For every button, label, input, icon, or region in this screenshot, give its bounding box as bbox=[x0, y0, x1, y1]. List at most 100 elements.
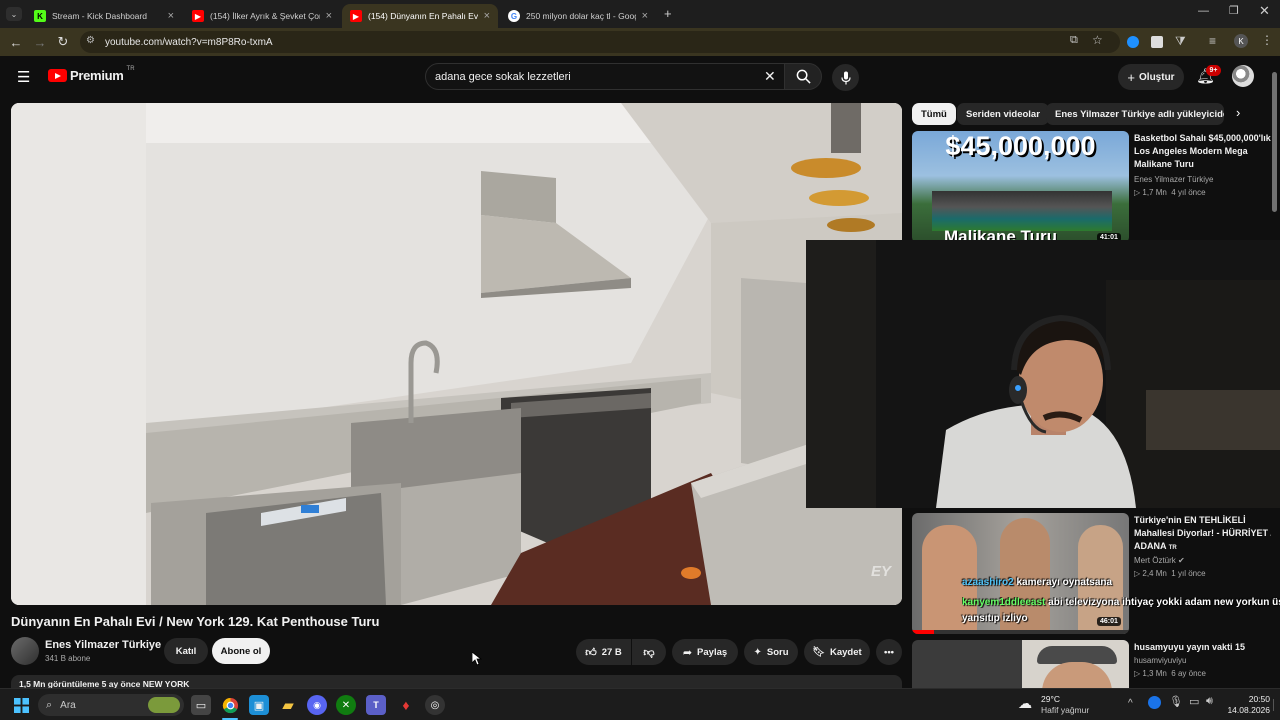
thumbnail-mansion bbox=[932, 191, 1112, 231]
site-info-icon[interactable]: ⚙ bbox=[86, 35, 100, 49]
like-button[interactable]: 👍︎ 27 B bbox=[576, 639, 631, 665]
clock-date[interactable]: 14.08.2026 bbox=[1218, 705, 1270, 715]
profile-avatar[interactable]: K bbox=[1234, 34, 1248, 48]
search-input[interactable]: adana gece sokak lezzetleri ✕ bbox=[425, 63, 785, 90]
subscribe-button[interactable]: Abone ol bbox=[212, 638, 270, 664]
xbox-icon[interactable]: ✕ bbox=[336, 695, 356, 715]
weather-description[interactable]: Hafif yağmur bbox=[1041, 705, 1089, 715]
extensions-puzzle-icon[interactable]: ⧩ bbox=[1175, 34, 1186, 49]
clear-search-icon[interactable]: ✕ bbox=[764, 68, 776, 85]
channel-name[interactable]: Enes Yilmazer Türkiye bbox=[45, 639, 161, 651]
recommendation-title[interactable]: Basketbol Sahalı $45,000,000'lık Los Ang… bbox=[1134, 132, 1274, 171]
view-count: 1,7 Mn bbox=[1142, 188, 1167, 197]
upload-age: 4 yıl önce bbox=[1171, 188, 1206, 197]
tab-youtube-active[interactable]: ▶ (154) Dünyanın En Pahalı Evi / N × bbox=[342, 4, 498, 28]
tab-title: Stream - Kick Dashboard bbox=[52, 11, 147, 21]
install-app-icon[interactable]: ⧉ bbox=[1070, 34, 1078, 47]
address-bar[interactable]: ⚙ youtube.com/watch?v=m8P8Ro-txmA ⧉ ☆ bbox=[80, 31, 1120, 53]
dislike-button[interactable]: 👎︎ bbox=[632, 639, 666, 665]
chat-message: yansıtıp izliyo bbox=[962, 613, 1028, 624]
save-button[interactable]: 🔖︎ Kaydet bbox=[804, 639, 870, 665]
restore-icon[interactable]: ❐ bbox=[1229, 4, 1239, 17]
weather-rain-icon[interactable]: ☁ bbox=[1018, 695, 1038, 715]
webcam-overlay bbox=[806, 240, 1280, 508]
tab-kick-dashboard[interactable]: K Stream - Kick Dashboard × bbox=[26, 4, 182, 28]
chevron-right-icon[interactable]: › bbox=[1236, 105, 1240, 120]
scrollbar-thumb[interactable] bbox=[1272, 72, 1277, 212]
tab-youtube-ilker[interactable]: ▶ (154) İlker Ayrık & Şevket Çoruh × bbox=[184, 4, 340, 28]
chip-all[interactable]: Tümü bbox=[912, 103, 956, 125]
search-button[interactable] bbox=[784, 63, 822, 90]
close-icon[interactable]: × bbox=[168, 10, 174, 22]
video-title: Dünyanın En Pahalı Evi / New York 129. K… bbox=[11, 614, 380, 629]
youtube-logo[interactable]: Premium TR bbox=[48, 66, 135, 83]
tab-google-search[interactable]: G 250 milyon dolar kaç tl - Google × bbox=[500, 4, 656, 28]
chip-label: Enes Yilmazer Türkiye adlı yükleyiciden bbox=[1055, 108, 1224, 120]
tab-search-button[interactable]: ⌄ bbox=[6, 7, 22, 21]
account-avatar[interactable] bbox=[1232, 65, 1254, 87]
bookmark-star-icon[interactable]: ☆ bbox=[1092, 33, 1103, 47]
minimize-icon[interactable]: — bbox=[1198, 5, 1209, 17]
show-desktop-button[interactable] bbox=[1273, 699, 1279, 711]
microphone-icon[interactable]: 🎙︎ bbox=[1169, 695, 1183, 708]
weather-temperature[interactable]: 29°C bbox=[1041, 694, 1060, 704]
more-menu-icon[interactable]: ⋮ bbox=[1261, 33, 1273, 47]
chrome-icon[interactable] bbox=[220, 695, 240, 715]
video-player[interactable]: EY bbox=[11, 103, 902, 605]
new-tab-button[interactable]: + bbox=[664, 6, 672, 21]
more-actions-button[interactable]: ••• bbox=[876, 639, 902, 665]
discord-icon[interactable]: ◉ bbox=[307, 695, 327, 715]
recommendation-thumbnail[interactable]: $45,000,000 Malikane Turu 41:01 bbox=[912, 131, 1129, 243]
like-count: 27 B bbox=[601, 646, 622, 658]
ask-button[interactable]: ✦ Soru bbox=[744, 639, 798, 665]
voice-search-button[interactable] bbox=[832, 64, 859, 91]
verified-check-icon: ✔ bbox=[1178, 556, 1185, 565]
chip-uploader[interactable]: Enes Yilmazer Türkiye adlı yükleyiciden bbox=[1046, 103, 1224, 125]
close-icon[interactable]: × bbox=[484, 10, 490, 22]
task-view-icon[interactable]: ▭ bbox=[191, 695, 211, 715]
window-close-icon[interactable]: ✕ bbox=[1259, 3, 1270, 19]
close-icon[interactable]: × bbox=[642, 10, 648, 22]
taskbar-search-box[interactable]: ⌕ Ara bbox=[38, 694, 184, 716]
subscribe-label: Abone ol bbox=[220, 645, 262, 657]
webcam-streamer-figure bbox=[806, 240, 1280, 508]
clock-time[interactable]: 20:50 bbox=[1230, 694, 1270, 704]
recommendation-thumbnail[interactable] bbox=[912, 640, 1129, 688]
tray-app-icon[interactable] bbox=[1148, 696, 1161, 709]
search-value: adana gece sokak lezzetleri bbox=[435, 70, 571, 83]
monitor-icon[interactable]: ▭ bbox=[1189, 695, 1199, 708]
share-icon: ➦ bbox=[682, 646, 693, 659]
file-explorer-icon[interactable]: ▰ bbox=[278, 695, 298, 715]
forward-icon[interactable]: → bbox=[32, 34, 48, 50]
pin-app-icon[interactable]: ♦ bbox=[396, 695, 416, 715]
extension-icon[interactable] bbox=[1127, 36, 1139, 48]
close-icon[interactable]: × bbox=[326, 10, 332, 22]
reload-icon[interactable]: ↻ bbox=[55, 34, 71, 50]
create-button[interactable]: + Oluştur bbox=[1118, 64, 1184, 90]
reading-list-icon[interactable]: ≡ bbox=[1209, 34, 1216, 48]
create-label: Oluştur bbox=[1139, 71, 1175, 83]
teams-icon[interactable]: T bbox=[366, 695, 386, 715]
chip-series[interactable]: Seriden videolar bbox=[957, 103, 1049, 125]
extension-icon[interactable] bbox=[1151, 36, 1163, 48]
recommendation-title[interactable]: husamyuyu yayın vakti 15 bbox=[1134, 641, 1274, 654]
description-views: 1,5 Mn görüntüleme 5 ay önce NEW YORK bbox=[19, 679, 190, 688]
volume-icon[interactable]: 🔊︎ bbox=[1206, 695, 1213, 708]
join-button[interactable]: Katıl bbox=[164, 638, 208, 664]
hamburger-menu-icon[interactable]: ☰ bbox=[17, 68, 30, 86]
obs-icon[interactable]: ◎ bbox=[425, 695, 445, 715]
recommendation-channel[interactable]: husamviyuviyu bbox=[1134, 656, 1186, 665]
recommendation-channel[interactable]: Mert Öztürk ✔ bbox=[1134, 556, 1185, 565]
thumbs-down-icon: 👎︎ bbox=[643, 646, 655, 659]
youtube-play-icon bbox=[48, 69, 67, 82]
recommendation-channel[interactable]: Enes Yilmazer Türkiye bbox=[1134, 175, 1213, 184]
desktop-app-icon[interactable]: ▣ bbox=[249, 695, 269, 715]
share-button[interactable]: ➦ Paylaş bbox=[672, 639, 738, 665]
description-box[interactable]: 1,5 Mn görüntüleme 5 ay önce NEW YORK bbox=[11, 675, 902, 688]
channel-avatar[interactable] bbox=[11, 637, 39, 665]
chat-text: yansıtıp izliyo bbox=[962, 613, 1028, 624]
windows-start-icon[interactable] bbox=[11, 695, 31, 715]
recommendation-title[interactable]: Türkiye'nin EN TEHLİKELİ Mahallesi Diyor… bbox=[1134, 514, 1274, 555]
chevron-up-icon[interactable]: ^ bbox=[1128, 698, 1133, 709]
back-icon[interactable]: ← bbox=[8, 34, 24, 50]
